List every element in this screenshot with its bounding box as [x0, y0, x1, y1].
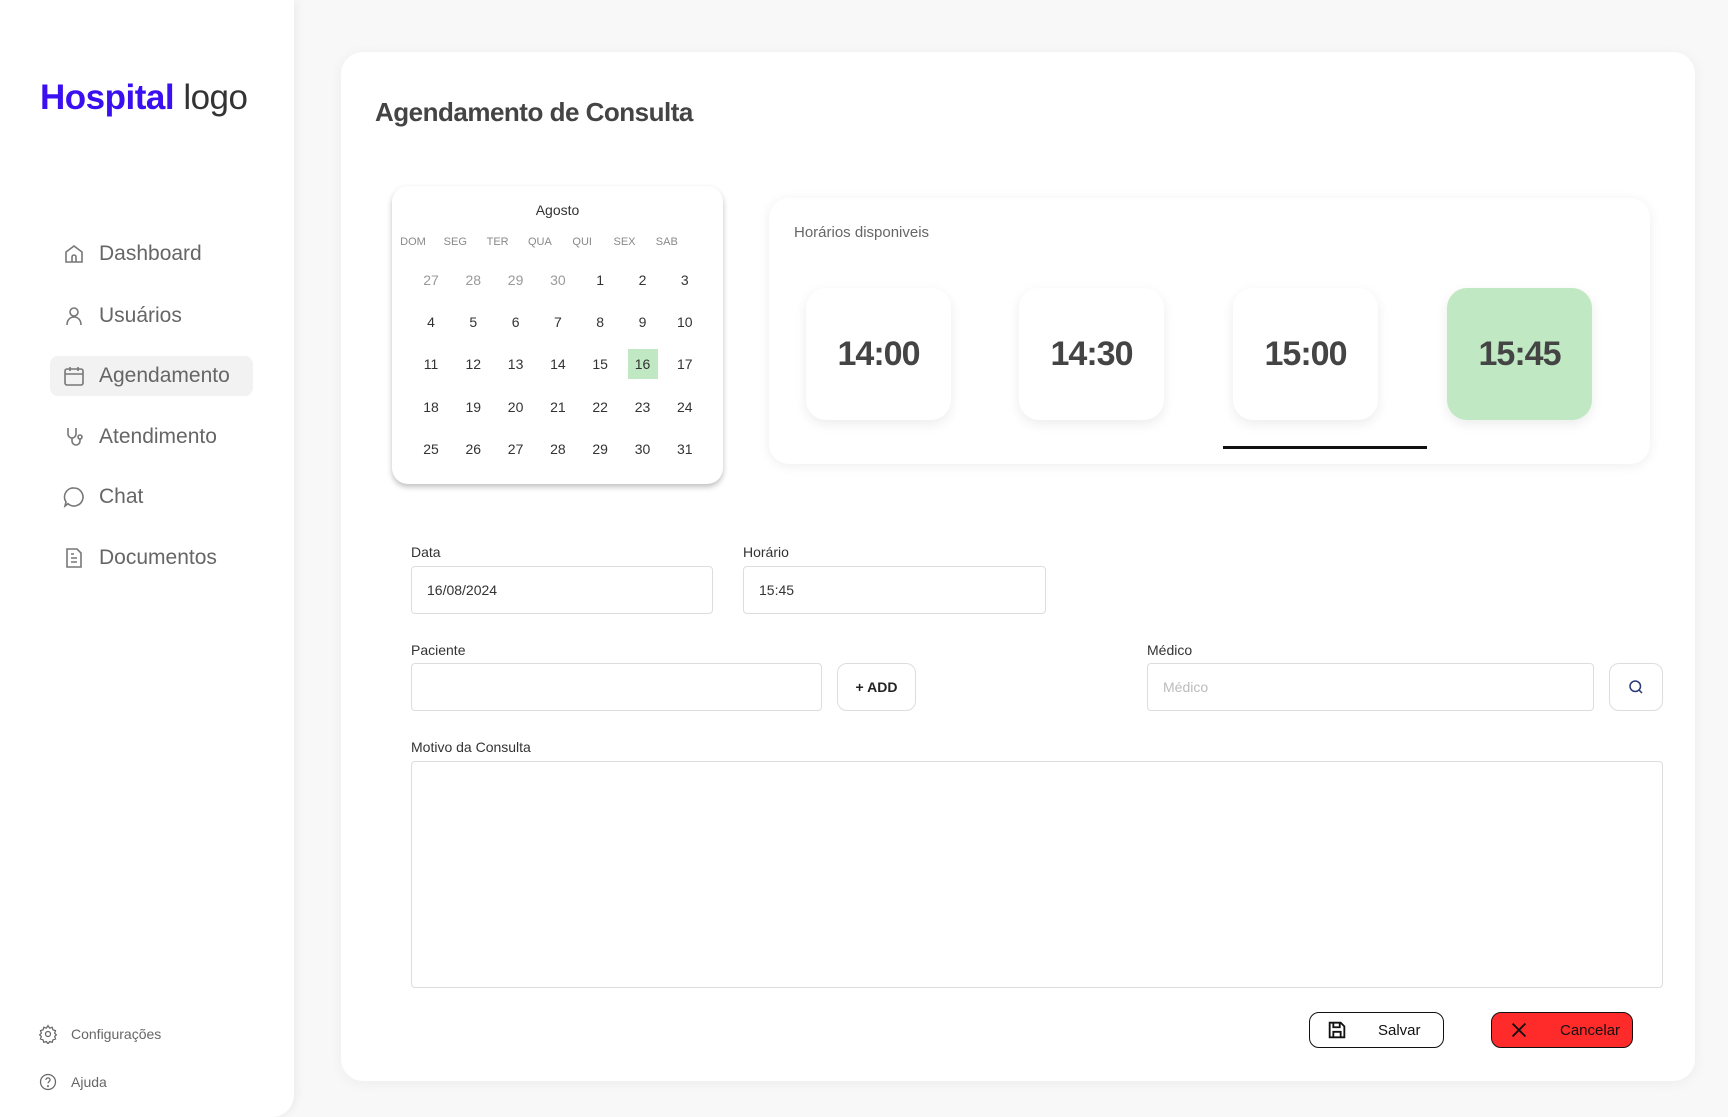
user-icon [66, 307, 82, 326]
logo-light-text: logo [183, 78, 248, 117]
close-icon [1511, 1022, 1527, 1038]
reason-textarea[interactable] [411, 761, 1663, 988]
settings-label: Configurações [71, 1026, 162, 1042]
weekday-header: TER [486, 236, 509, 248]
date-input[interactable]: 16/08/2024 [411, 566, 713, 614]
sidebar-item-dashboard[interactable]: Dashboard [50, 234, 253, 274]
calendar-day[interactable]: 31 [670, 434, 700, 464]
search-icon [1629, 680, 1643, 694]
save-icon [1328, 1021, 1346, 1039]
calendar-day[interactable]: 14 [543, 349, 573, 379]
calendar-day[interactable]: 29 [501, 265, 531, 295]
doctor-label: Médico [1147, 642, 1193, 658]
date-label: Data [411, 544, 441, 560]
calendar-day[interactable]: 25 [416, 434, 446, 464]
calendar-day[interactable]: 29 [585, 434, 615, 464]
sidebar-item-label: Documentos [99, 546, 217, 569]
calendar-day[interactable]: 17 [670, 349, 700, 379]
hospital-logo: Hospital logo [40, 78, 248, 118]
calendar-day[interactable]: 10 [670, 307, 700, 337]
calendar-month: Agosto [535, 202, 580, 218]
sidebar-item-atendimento[interactable]: Atendimento [50, 417, 253, 457]
calendar-day[interactable]: 2 [628, 265, 658, 295]
time-slot[interactable]: 14:00 [806, 288, 951, 420]
calendar-day[interactable]: 21 [543, 392, 573, 422]
calendar-day[interactable]: 15 [585, 349, 615, 379]
doctor-input[interactable]: Médico [1147, 663, 1594, 711]
calendar-day[interactable]: 5 [458, 307, 488, 337]
calendar-day[interactable]: 16 [627, 349, 658, 380]
sidebar-item-label: Atendimento [99, 425, 217, 448]
calendar-day[interactable]: 24 [670, 392, 700, 422]
available-times-label: Horários disponiveis [794, 224, 930, 241]
calendar-day[interactable]: 28 [543, 434, 573, 464]
calendar-day[interactable]: 28 [458, 265, 488, 295]
calendar-day[interactable]: 4 [416, 307, 446, 337]
patient-label: Paciente [411, 642, 466, 658]
sidebar-item-label: Dashboard [99, 242, 202, 265]
sidebar-item-chat[interactable]: Chat [50, 477, 253, 517]
cancel-button[interactable]: Cancelar [1491, 1012, 1633, 1048]
times-scrollbar[interactable] [1223, 446, 1427, 449]
calendar-day[interactable]: 20 [501, 392, 531, 422]
time-slot[interactable]: 15:45 [1447, 288, 1592, 420]
weekday-header: SEG [443, 236, 467, 248]
weekday-header: QUA [527, 236, 552, 248]
calendar-day[interactable]: 12 [458, 349, 488, 379]
calendar: Agosto DOM SEG TER QUA QUI SEX SAB 27 28 29 30 1 2 3 4… [392, 186, 723, 484]
save-button[interactable]: Salvar [1309, 1012, 1444, 1048]
calendar-day[interactable]: 9 [628, 307, 658, 337]
help-label: Ajuda [71, 1074, 107, 1090]
weekday-header: QUI [572, 236, 592, 248]
calendar-icon [64, 367, 84, 386]
calendar-day[interactable]: 27 [501, 434, 531, 464]
calendar-day[interactable]: 8 [585, 307, 615, 337]
search-doctor-button[interactable] [1609, 663, 1663, 711]
document-icon [66, 548, 82, 568]
reason-label: Motivo da Consulta [411, 739, 531, 755]
stethoscope-icon [67, 428, 83, 446]
time-label: Horário [743, 544, 789, 560]
help-link[interactable]: Ajuda [38, 1072, 107, 1092]
help-icon [39, 1073, 57, 1091]
sidebar-item-agendamento[interactable]: Agendamento [50, 356, 253, 396]
add-patient-button[interactable]: + ADD [837, 663, 916, 711]
time-slot[interactable]: 15:00 [1233, 288, 1378, 420]
calendar-day[interactable]: 19 [458, 392, 488, 422]
sidebar-item-label: Chat [99, 485, 144, 508]
sidebar-item-label: Agendamento [99, 364, 230, 387]
calendar-day[interactable]: 3 [670, 265, 700, 295]
calendar-day[interactable]: 23 [628, 392, 658, 422]
weekday-header: DOM [400, 236, 426, 248]
calendar-day[interactable]: 30 [543, 265, 573, 295]
calendar-day[interactable]: 26 [458, 434, 488, 464]
calendar-day[interactable]: 6 [501, 307, 531, 337]
weekday-header: SAB [655, 236, 678, 248]
calendar-day[interactable]: 13 [501, 349, 531, 379]
settings-link[interactable]: Configurações [38, 1024, 161, 1044]
calendar-day[interactable]: 11 [416, 349, 446, 379]
calendar-day[interactable]: 22 [585, 392, 615, 422]
weekday-header: SEX [613, 236, 636, 248]
gear-icon [38, 1024, 58, 1044]
chat-icon [63, 487, 84, 509]
save-label: Salvar [1378, 1021, 1421, 1039]
page-title: Agendamento de Consulta [375, 97, 693, 127]
cancel-label: Cancelar [1560, 1021, 1621, 1039]
calendar-day[interactable]: 27 [416, 265, 446, 295]
logo-bold-text: Hospital [40, 78, 175, 117]
sidebar-item-label: Usuários [99, 304, 182, 327]
calendar-day[interactable]: 18 [416, 392, 446, 422]
home-icon [65, 245, 83, 263]
patient-input[interactable] [411, 663, 822, 711]
time-input[interactable]: 15:45 [743, 566, 1046, 614]
sidebar-item-documentos[interactable]: Documentos [50, 538, 253, 578]
calendar-day[interactable]: 1 [585, 265, 615, 295]
sidebar-item-usuarios[interactable]: Usuários [50, 296, 253, 336]
calendar-day[interactable]: 30 [628, 434, 658, 464]
sidebar: Hospital logo Dashboard Usuários Agendam… [0, 0, 294, 1117]
time-slot[interactable]: 14:30 [1019, 288, 1164, 420]
calendar-day[interactable]: 7 [543, 307, 573, 337]
